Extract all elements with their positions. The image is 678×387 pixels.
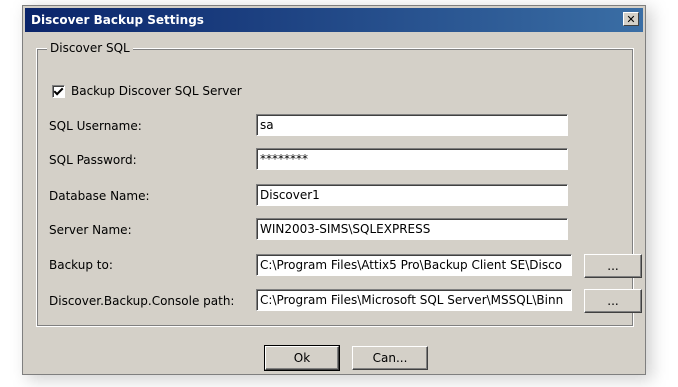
backup-to-browse-label: ... (607, 259, 619, 273)
backup-sql-checkbox[interactable] (52, 84, 65, 98)
ok-button-label: Ok (293, 351, 311, 365)
backup-to-label: Backup to: (49, 258, 113, 272)
console-path-browse-label: ... (607, 294, 619, 308)
cancel-button[interactable]: Can... (352, 346, 428, 370)
title-bar[interactable]: Discover Backup Settings ✕ (25, 8, 643, 32)
close-button[interactable]: ✕ (623, 12, 639, 26)
close-icon: ✕ (626, 12, 636, 26)
sql-username-field[interactable]: sa (256, 114, 568, 136)
sql-username-label: SQL Username: (49, 119, 142, 133)
database-name-field[interactable]: Discover1 (256, 184, 568, 206)
database-name-label: Database Name: (49, 189, 150, 203)
console-path-field[interactable]: C:\Program Files\Microsoft SQL Server\MS… (256, 289, 572, 311)
server-name-field[interactable]: WIN2003-SIMS\SQLEXPRESS (256, 218, 568, 240)
group-legend: Discover SQL (47, 41, 133, 55)
window-title: Discover Backup Settings (31, 13, 204, 27)
server-name-label: Server Name: (49, 223, 132, 237)
backup-to-browse-button[interactable]: ... (584, 254, 642, 278)
dialog-window: Discover Backup Settings ✕ Discover SQL … (22, 5, 646, 375)
sql-password-label: SQL Password: (49, 153, 137, 167)
backup-sql-checkbox-label: Backup Discover SQL Server (71, 84, 242, 98)
backup-sql-checkbox-row[interactable]: Backup Discover SQL Server (52, 84, 242, 98)
ok-button[interactable]: Ok (264, 345, 340, 371)
sql-password-field[interactable]: ******** (256, 148, 568, 170)
console-path-label: Discover.Backup.Console path: (49, 294, 235, 308)
cancel-button-label: Can... (372, 351, 408, 365)
backup-to-field[interactable]: C:\Program Files\Attix5 Pro\Backup Clien… (256, 254, 572, 276)
console-path-browse-button[interactable]: ... (584, 289, 642, 313)
